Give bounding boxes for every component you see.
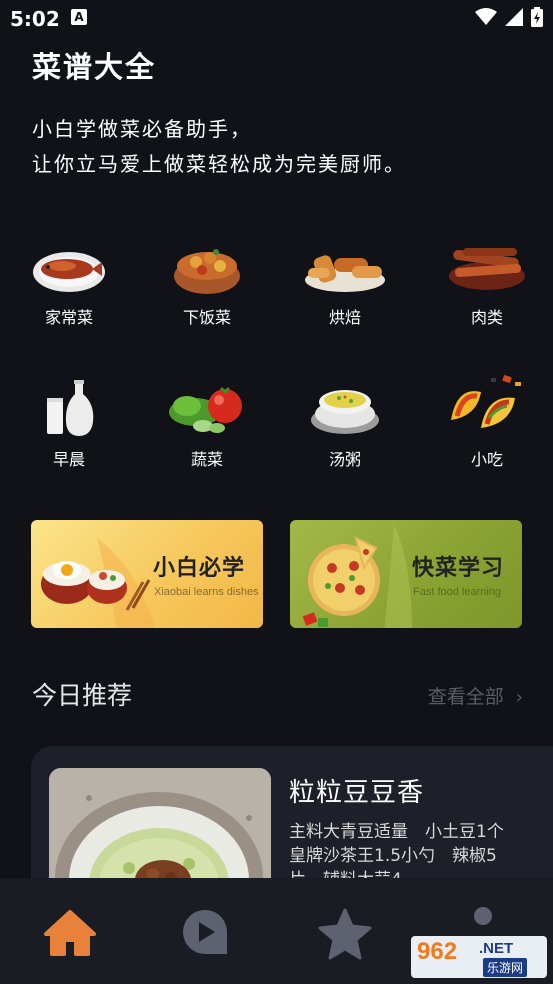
see-all-label: 查看全部 xyxy=(427,686,504,708)
category-label: 烘焙 xyxy=(328,308,361,327)
chevron-right-icon: › xyxy=(515,687,523,708)
milk-icon xyxy=(47,380,94,436)
app-subtitle: 小白学做菜必备助手， 让你立马爱上做菜轻松成为完美厨师。 xyxy=(32,112,406,182)
home-icon xyxy=(44,910,96,956)
recipe-title: 粒粒豆豆香 xyxy=(289,778,425,808)
signal-icon xyxy=(505,8,523,26)
notification-badge-icon: A xyxy=(71,9,87,25)
subtitle-line-2: 让你立马爱上做菜轻松成为完美厨师。 xyxy=(32,152,406,176)
taco-icon xyxy=(451,374,521,428)
battery-icon xyxy=(531,7,543,27)
bottom-nav: 962 .NET 乐游网 xyxy=(0,878,553,984)
category-meat[interactable]: 肉类 xyxy=(432,242,542,328)
banner-subtitle: Xiaobai learns dishes xyxy=(154,586,259,598)
app-title: 菜谱大全 xyxy=(32,50,157,84)
category-snacks[interactable]: 小吃 xyxy=(432,372,542,470)
banner-title: 快菜学习 xyxy=(412,556,505,581)
section-title: 今日推荐 xyxy=(32,681,133,710)
watermark-number: 962 xyxy=(417,938,458,965)
nav-home[interactable] xyxy=(40,906,100,966)
watermark-domain: .NET xyxy=(479,940,514,957)
category-baking[interactable]: 烘焙 xyxy=(290,242,400,328)
nav-favorites[interactable] xyxy=(315,906,375,966)
wifi-icon xyxy=(475,8,497,25)
vegetables-icon xyxy=(169,386,242,433)
banner-fast-food[interactable]: 快菜学习 Fast food learning xyxy=(290,520,522,628)
pizza-icon xyxy=(302,524,412,628)
meat-icon xyxy=(449,248,525,290)
braised-fish-icon xyxy=(33,252,105,292)
nav-video[interactable] xyxy=(177,906,237,966)
star-icon xyxy=(318,908,372,960)
soup-icon xyxy=(311,390,379,434)
watermark-tag: 乐游网 xyxy=(483,958,528,977)
category-label: 小吃 xyxy=(470,450,503,469)
status-time: 5:02 xyxy=(10,7,60,31)
category-home-cooking[interactable]: 家常菜 xyxy=(14,242,124,328)
see-all-link[interactable]: 查看全部 › xyxy=(428,682,523,709)
bread-icon xyxy=(305,255,385,292)
stir-fry-bowl-icon xyxy=(174,249,240,294)
status-icons xyxy=(475,7,543,27)
subtitle-line-1: 小白学做菜必备助手， xyxy=(32,117,252,141)
category-vegetables[interactable]: 蔬菜 xyxy=(152,378,262,470)
category-label: 肉类 xyxy=(470,308,503,327)
egg-rice-bowls-icon xyxy=(41,538,155,628)
category-label: 早晨 xyxy=(52,450,85,469)
banner-beginner-dishes[interactable]: 小白必学 Xiaobai learns dishes xyxy=(31,520,263,628)
play-icon xyxy=(183,910,227,954)
category-label: 家常菜 xyxy=(44,308,93,327)
category-soup[interactable]: 汤粥 xyxy=(290,378,400,470)
category-label: 下饭菜 xyxy=(182,308,231,327)
category-breakfast[interactable]: 早晨 xyxy=(14,378,124,470)
category-label: 蔬菜 xyxy=(190,450,223,469)
category-rice-dishes[interactable]: 下饭菜 xyxy=(152,242,262,328)
category-label: 汤粥 xyxy=(328,450,361,469)
banner-subtitle: Fast food learning xyxy=(413,586,502,598)
banner-title: 小白必学 xyxy=(153,556,246,581)
status-bar: 5:02 A xyxy=(0,0,553,36)
watermark-logo: 962 .NET 乐游网 xyxy=(411,936,547,978)
